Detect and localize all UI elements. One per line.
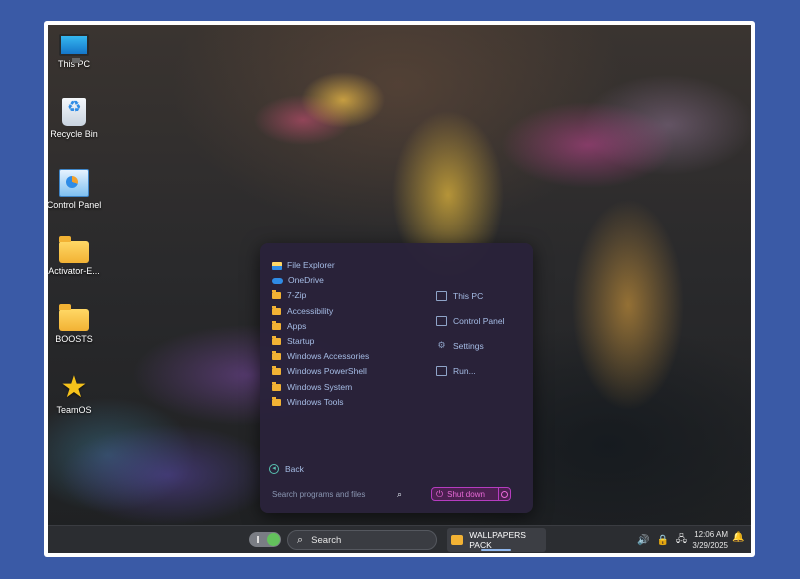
app-item-windows-system[interactable]: Windows System (272, 380, 422, 395)
app-item-label: Startup (287, 336, 315, 347)
folder-icon (272, 351, 281, 361)
control-panel-icon (436, 315, 447, 326)
monitor-icon (59, 34, 89, 63)
desktop-icon-control-panel[interactable]: Control Panel (48, 169, 102, 211)
app-item-7zip[interactable]: 7-Zip (272, 288, 422, 303)
arrow-left-icon: ◂ (269, 464, 279, 474)
desktop-icon-label: TeamOS (56, 405, 92, 415)
app-item-windows-accessories[interactable]: Windows Accessories (272, 349, 422, 364)
link-control-panel[interactable]: Control Panel (436, 308, 526, 333)
file-explorer-icon (272, 261, 282, 270)
system-tray: 🔊 🔒 🖧 (637, 532, 694, 549)
app-item-label: 7-Zip (287, 290, 307, 301)
folder-icon (59, 304, 89, 331)
start-menu: File Explorer OneDrive 7-Zip Accessibili… (260, 243, 533, 513)
desktop-icon-label: BOOSTS (55, 334, 93, 344)
app-item-label: Accessibility (287, 305, 334, 316)
desktop-icon-label: Control Panel (48, 200, 102, 210)
lock-icon[interactable]: 🔒 (656, 535, 668, 546)
app-item-startup[interactable]: Startup (272, 334, 422, 349)
taskbar-search-box[interactable]: ⌕ Search (287, 530, 437, 550)
desktop-icon-teamos[interactable]: ★ TeamOS (48, 371, 102, 416)
folder-icon (451, 535, 464, 545)
app-item-label: Apps (287, 320, 307, 331)
back-button[interactable]: ◂ Back (269, 464, 304, 474)
toggle-knob (267, 533, 280, 546)
start-search-input[interactable] (272, 490, 392, 499)
cloud-icon (272, 277, 283, 284)
folder-icon (272, 290, 281, 300)
app-item-accessibility[interactable]: Accessibility (272, 304, 422, 319)
folder-icon (272, 366, 281, 376)
star-icon: ★ (60, 371, 88, 404)
shutdown-label: Shut down (447, 489, 485, 499)
app-list: File Explorer OneDrive 7-Zip Accessibili… (272, 258, 422, 410)
desktop: This PC Recycle Bin Control Panel Activa… (48, 25, 751, 553)
taskbar-app-label: WALLPAPERS PACK (469, 530, 526, 550)
shutdown-button[interactable]: ⏻ Shut down (431, 487, 511, 501)
folder-icon (272, 320, 281, 330)
desktop-icon-activator-folder[interactable]: Activator-E... (48, 235, 102, 277)
shutdown-options-button[interactable] (498, 488, 510, 500)
quick-links: This PC Control Panel ⚙ Settings Run... (436, 283, 526, 383)
taskbar-clock[interactable]: 12:06 AM 3/29/2025 (688, 529, 728, 551)
link-run[interactable]: Run... (436, 358, 526, 383)
link-settings[interactable]: ⚙ Settings (436, 333, 526, 358)
gear-icon: ⚙ (437, 339, 446, 350)
link-this-pc[interactable]: This PC (436, 283, 526, 308)
back-label: Back (285, 464, 304, 474)
app-item-apps[interactable]: Apps (272, 319, 422, 334)
folder-icon (272, 396, 281, 406)
run-icon (436, 365, 447, 376)
notification-bell-icon[interactable]: 🔔 (732, 532, 744, 543)
toggle-bar-icon (257, 536, 259, 543)
app-item-label: Windows PowerShell (287, 366, 367, 377)
volume-icon[interactable]: 🔊 (637, 535, 649, 546)
desktop-icon-recycle-bin[interactable]: Recycle Bin (48, 98, 102, 140)
clock-date: 3/29/2025 (692, 541, 728, 550)
app-item-label: Windows Accessories (287, 351, 370, 362)
taskbar-app-wallpapers-pack[interactable]: WALLPAPERS PACK (447, 528, 546, 552)
desktop-icon-label: Activator-E... (48, 266, 100, 276)
power-icon: ⏻ (436, 488, 444, 499)
search-icon: ⌕ (297, 533, 304, 546)
search-icon[interactable]: ⌕ (397, 489, 402, 500)
link-label: Run... (453, 365, 476, 376)
app-item-windows-tools[interactable]: Windows Tools (272, 395, 422, 410)
monitor-icon (436, 290, 447, 301)
start-search: ⌕ (272, 489, 402, 500)
desktop-icon-label: Recycle Bin (50, 129, 98, 139)
clock-time: 12:06 AM (694, 530, 728, 539)
app-item-label: OneDrive (288, 275, 324, 286)
taskbar: ⌕ Search WALLPAPERS PACK 🔊 🔒 🖧 12:06 AM … (48, 525, 751, 553)
recycle-bin-icon (62, 98, 86, 126)
link-label: This PC (453, 290, 484, 301)
network-icon[interactable]: 🖧 (676, 532, 687, 549)
active-indicator (481, 549, 511, 551)
folder-icon (272, 305, 281, 315)
link-label: Control Panel (453, 315, 505, 326)
taskbar-search-label: Search (311, 534, 342, 546)
desktop-icon-this-pc[interactable]: This PC (48, 34, 102, 70)
desktop-icon-boosts-folder[interactable]: BOOSTS (48, 303, 102, 345)
app-item-label: Windows Tools (287, 396, 344, 407)
app-item-windows-powershell[interactable]: Windows PowerShell (272, 364, 422, 379)
folder-icon (272, 336, 281, 346)
app-item-label: File Explorer (287, 260, 335, 271)
folder-icon (272, 381, 281, 391)
options-icon (501, 490, 508, 498)
app-item-onedrive[interactable]: OneDrive (272, 273, 422, 288)
app-item-file-explorer[interactable]: File Explorer (272, 258, 422, 273)
toggle-switch[interactable] (249, 532, 281, 547)
app-item-label: Windows System (287, 381, 353, 392)
folder-icon (59, 236, 89, 263)
link-label: Settings (453, 340, 484, 351)
control-panel-icon (59, 169, 89, 197)
